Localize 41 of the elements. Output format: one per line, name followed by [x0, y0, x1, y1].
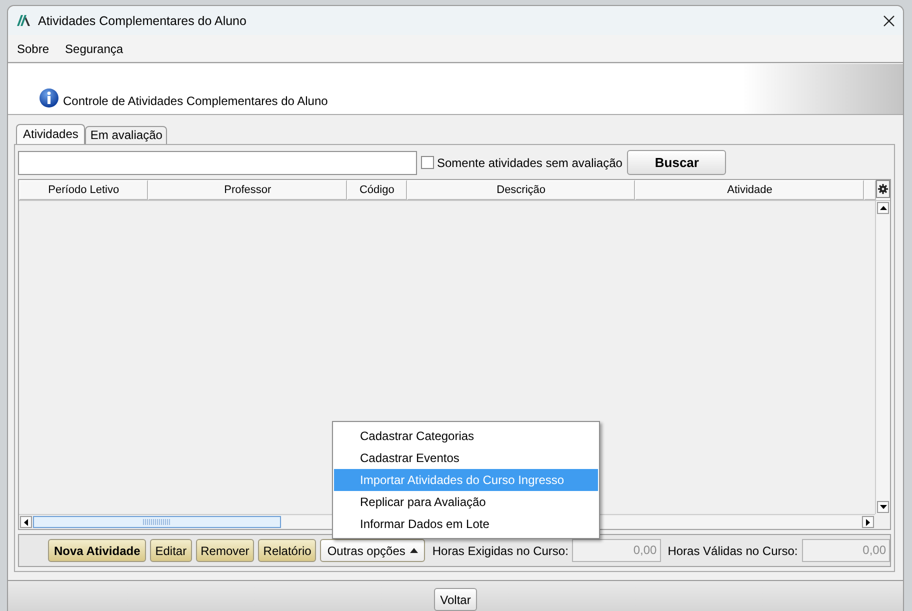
caret-icon — [410, 548, 418, 553]
menu-item[interactable]: Cadastrar Categorias — [334, 425, 598, 447]
column-header[interactable]: Período Letivo — [19, 180, 148, 200]
down-arrow-icon — [880, 505, 886, 509]
close-icon[interactable] — [883, 14, 895, 27]
menu-item[interactable]: Cadastrar Eventos — [334, 447, 598, 469]
header-title: Controle de Atividades Complementares do Aluno — [63, 94, 328, 108]
column-header[interactable]: Atividade — [635, 180, 864, 200]
scroll-left-button[interactable] — [20, 516, 32, 528]
tab[interactable]: Atividades — [16, 124, 86, 144]
right-arrow-icon — [866, 518, 870, 526]
up-arrow-icon — [880, 206, 886, 210]
checkbox[interactable] — [421, 156, 434, 169]
column-header[interactable]: Código — [347, 180, 407, 200]
toolbar-button[interactable]: Remover — [196, 539, 254, 562]
vertical-scrollbar[interactable] — [875, 201, 890, 514]
left-arrow-icon — [24, 518, 28, 526]
toolbar-button[interactable]: Editar — [150, 539, 192, 562]
menu-item[interactable]: Informar Dados em Lote — [334, 513, 598, 535]
search-field[interactable] — [18, 150, 417, 174]
app-logo-icon — [17, 15, 30, 26]
scroll-down-button[interactable] — [877, 501, 889, 513]
window-title: Atividades Complementares do Aluno — [38, 14, 246, 28]
menu-item[interactable]: Segurança — [65, 42, 124, 56]
tab[interactable]: Em avaliação — [85, 126, 168, 144]
info-icon — [39, 88, 59, 108]
column-header[interactable]: Descrição — [406, 180, 636, 200]
toolbar-button[interactable]: Nova Atividade — [48, 539, 146, 562]
menu-item[interactable]: Replicar para Avaliação — [334, 491, 598, 513]
search-button[interactable]: Buscar — [627, 150, 726, 175]
field-label: Horas Válidas no Curso: — [668, 544, 798, 558]
dropdown-button[interactable]: Outras opções — [320, 539, 426, 562]
checkbox-label: Somente atividades sem avaliação — [437, 156, 622, 170]
back-button[interactable]: Voltar — [434, 588, 477, 611]
menu-item[interactable]: Sobre — [17, 42, 50, 56]
field-label: Horas Exigidas no Curso: — [432, 544, 568, 558]
toolbar-button[interactable]: Relatório — [258, 539, 316, 562]
scroll-up-button[interactable] — [877, 202, 889, 214]
settings-icon[interactable] — [876, 180, 890, 198]
scroll-right-button[interactable] — [862, 516, 874, 528]
column-header[interactable]: Professor — [148, 180, 348, 200]
